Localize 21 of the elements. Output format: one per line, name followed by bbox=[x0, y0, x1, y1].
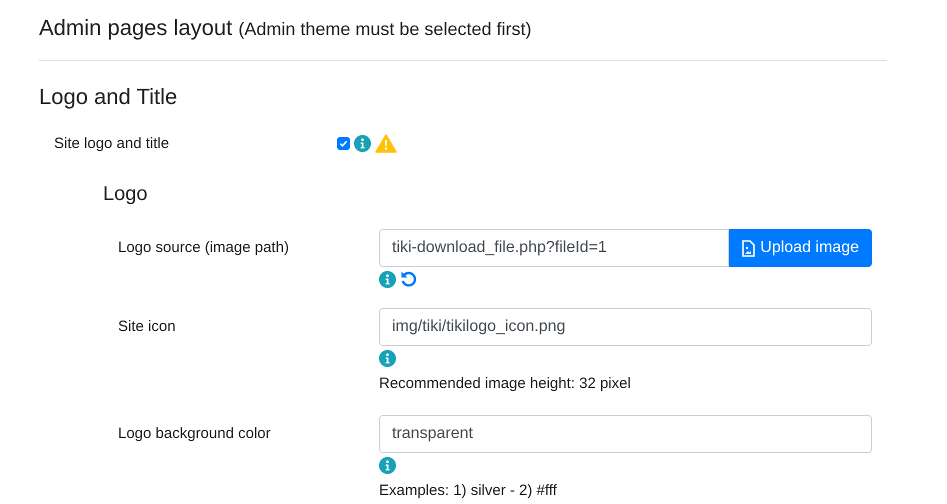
input-field[interactable]: img/tiki/tikilogo_icon.png bbox=[379, 308, 872, 346]
page-note: (Admin theme must be selected first) bbox=[238, 19, 532, 39]
info-icon[interactable] bbox=[379, 350, 396, 366]
field-label: Logo source (image path) bbox=[118, 238, 290, 258]
info-icon[interactable] bbox=[379, 456, 396, 474]
section-title: Logo and Title bbox=[39, 83, 178, 111]
image-file-icon bbox=[742, 240, 756, 256]
input-field[interactable]: tiki-download_file.php?fileId=1 bbox=[379, 229, 730, 267]
subsection-title: Logo bbox=[103, 182, 148, 207]
page-title: Admin pages layout bbox=[39, 15, 232, 40]
field-hint: Examples: 1) silver - 2) #fff bbox=[379, 481, 558, 501]
feature-label: Site logo and title bbox=[54, 135, 170, 152]
checkbox[interactable] bbox=[337, 137, 350, 150]
info-icon[interactable] bbox=[354, 135, 371, 152]
upload-button[interactable]: Upload image bbox=[729, 229, 872, 267]
field-hint: Recommended image height: 32 pixel bbox=[379, 374, 632, 394]
undo-icon[interactable] bbox=[399, 269, 419, 289]
field-label: Site icon bbox=[118, 317, 177, 337]
info-icon[interactable] bbox=[379, 270, 396, 288]
input-field[interactable]: transparent bbox=[379, 415, 872, 453]
field-label: Logo background color bbox=[118, 424, 272, 444]
